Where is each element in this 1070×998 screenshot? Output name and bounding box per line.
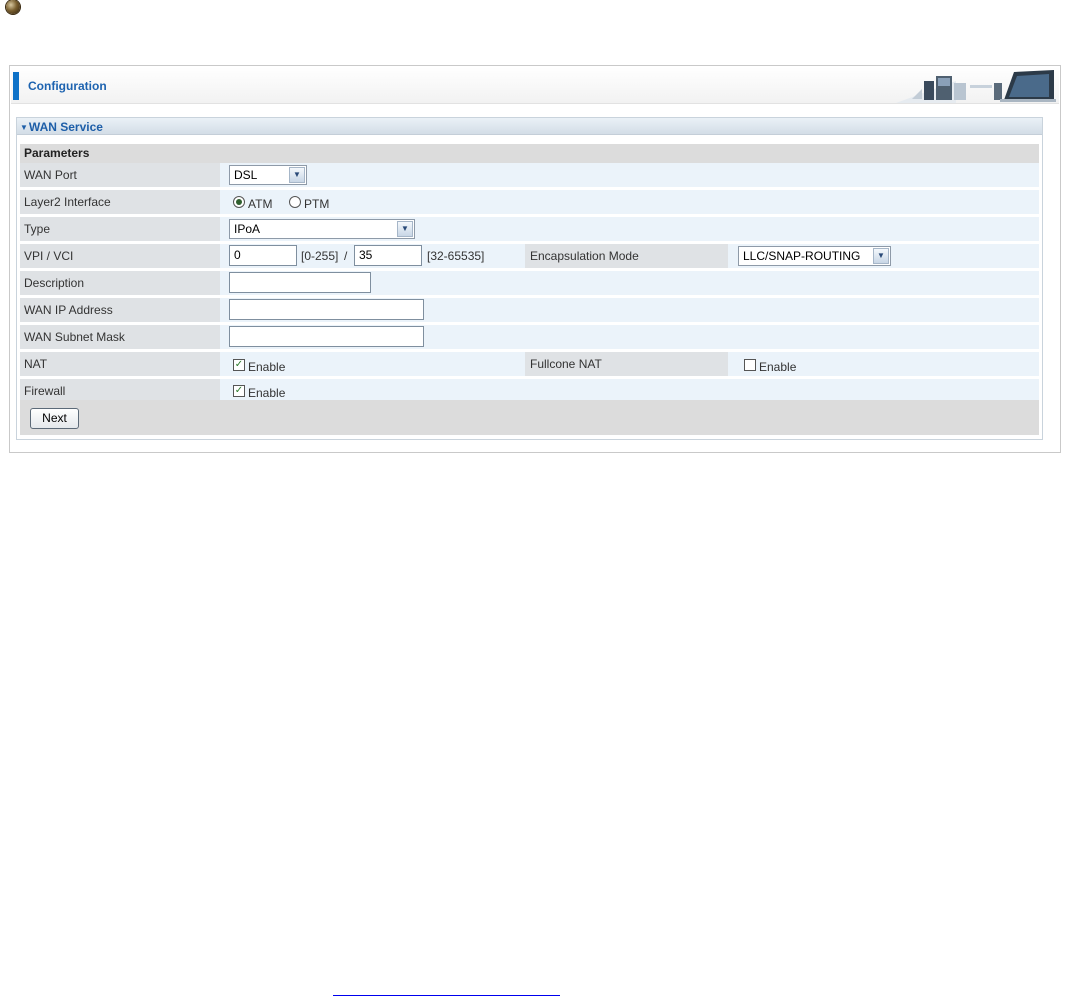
chevron-down-icon[interactable]: ▼ <box>397 221 413 237</box>
vci-input[interactable]: 35 <box>354 245 422 266</box>
row-nat: NAT ✓ Enable Fullcone NAT Enable <box>20 352 1039 376</box>
row-description: Description <box>20 271 1039 295</box>
layer2-interface-label: Layer2 Interface <box>20 190 220 214</box>
vpi-vci-separator: / <box>344 249 348 263</box>
form-footer: Next <box>20 400 1039 435</box>
checkmark-icon: ✓ <box>234 385 244 396</box>
wan-service-title-text: WAN Service <box>28 120 103 134</box>
bottom-link-underline[interactable] <box>333 983 560 996</box>
wan-service-title[interactable]: ▼WAN Service <box>20 120 103 134</box>
type-select[interactable]: IPoA ▼ <box>229 219 415 239</box>
chevron-down-icon[interactable]: ▼ <box>289 167 305 183</box>
wan-port-label: WAN Port <box>20 163 220 187</box>
parameters-header: Parameters <box>20 144 1039 163</box>
nat-checkbox[interactable]: ✓ <box>233 359 245 371</box>
vpi-range: [0-255] <box>301 249 339 263</box>
row-type: Type IPoA ▼ <box>20 217 1039 241</box>
header-accent-bar <box>13 72 19 100</box>
wan-service-header[interactable]: ▼WAN Service <box>17 118 1042 135</box>
ptm-label: PTM <box>304 197 330 211</box>
vci-range: [32-65535] <box>427 249 485 263</box>
configuration-header: Configuration <box>11 67 1059 104</box>
ptm-radio[interactable] <box>289 196 301 208</box>
wan-subnet-mask-label: WAN Subnet Mask <box>20 325 220 349</box>
fullcone-nat-label: Fullcone NAT <box>525 352 728 376</box>
encapsulation-mode-label: Encapsulation Mode <box>525 244 728 268</box>
description-label: Description <box>20 271 220 295</box>
atm-label: ATM <box>248 197 273 211</box>
row-wan-subnet-mask: WAN Subnet Mask <box>20 325 1039 349</box>
row-wan-ip-address: WAN IP Address <box>20 298 1039 322</box>
wan-ip-address-label: WAN IP Address <box>20 298 220 322</box>
configuration-title: Configuration <box>28 79 107 93</box>
row-vpi-vci: VPI / VCI 0 [0-255] / 35 [32-65535] Enca… <box>20 244 1039 268</box>
vpi-input[interactable]: 0 <box>229 245 297 266</box>
wan-subnet-mask-input[interactable] <box>229 326 424 347</box>
firewall-checkbox[interactable]: ✓ <box>233 385 245 397</box>
nat-label: NAT <box>20 352 220 376</box>
encapsulation-mode-value: LLC/SNAP-ROUTING <box>743 249 861 263</box>
triangle-down-icon[interactable]: ▼ <box>20 123 28 132</box>
encapsulation-mode-select[interactable]: LLC/SNAP-ROUTING ▼ <box>738 246 891 266</box>
row-wan-port: WAN Port DSL ▼ <box>20 163 1039 187</box>
network-devices-icon <box>896 70 1056 103</box>
next-button[interactable]: Next <box>30 408 79 429</box>
chevron-down-icon[interactable]: ▼ <box>873 248 889 264</box>
fullcone-nat-checkbox[interactable] <box>744 359 756 371</box>
wan-ip-address-input[interactable] <box>229 299 424 320</box>
row-layer2-interface: Layer2 Interface ATM PTM <box>20 190 1039 214</box>
type-label: Type <box>20 217 220 241</box>
configuration-panel: Configuration ▼WAN Service Parameters WA… <box>9 65 1061 453</box>
vpi-vci-label: VPI / VCI <box>20 244 220 268</box>
wan-service-section: ▼WAN Service Parameters WAN Port DSL ▼ L… <box>16 117 1043 440</box>
bullet-icon <box>6 0 20 14</box>
description-input[interactable] <box>229 272 371 293</box>
wan-port-value: DSL <box>234 168 258 182</box>
atm-radio[interactable] <box>233 196 245 208</box>
type-value: IPoA <box>234 222 261 236</box>
wan-port-select[interactable]: DSL ▼ <box>229 165 307 185</box>
checkmark-icon: ✓ <box>234 359 244 370</box>
